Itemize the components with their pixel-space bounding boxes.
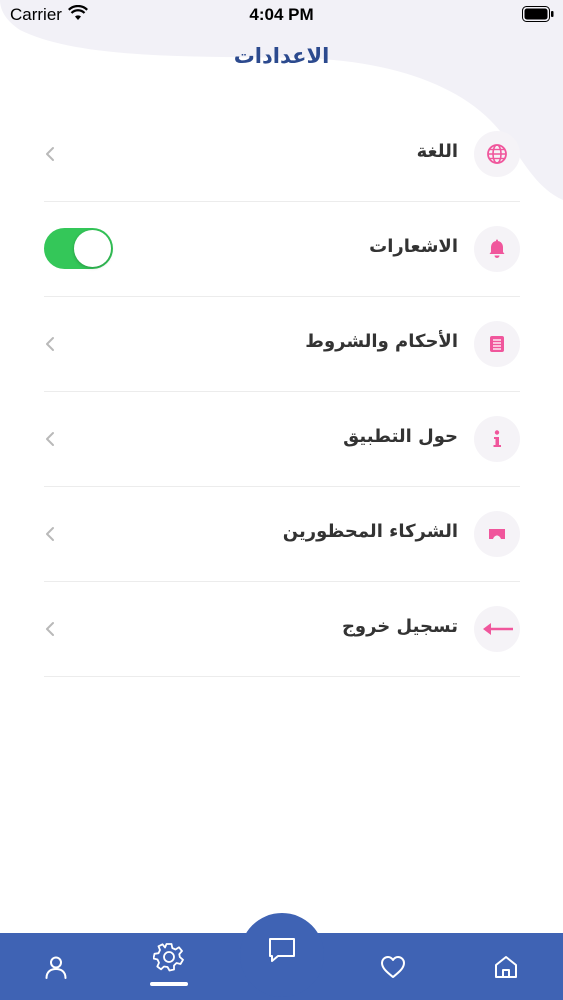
chevron-left-icon — [46, 147, 54, 161]
chevron-left-icon — [46, 337, 54, 351]
settings-row-about[interactable]: حول التطبيق — [44, 392, 520, 487]
page-title: الاعدادات — [233, 44, 330, 68]
chat-icon — [269, 938, 295, 962]
settings-list: اللغة الاشعارات الأحكام والشروط حول التط… — [44, 107, 520, 677]
status-time: 4:04 PM — [249, 5, 314, 24]
chevron-left-icon — [46, 432, 54, 446]
tab-favorites[interactable] — [363, 933, 423, 1000]
language-label: اللغة — [416, 141, 458, 162]
bell-icon — [474, 226, 520, 272]
notifications-label: الاشعارات — [369, 236, 458, 257]
settings-row-notifications: الاشعارات — [44, 202, 520, 297]
profile-icon — [45, 956, 67, 979]
blocked-partners-icon — [474, 511, 520, 557]
settings-row-terms[interactable]: الأحكام والشروط — [44, 297, 520, 392]
settings-row-language[interactable]: اللغة — [44, 107, 520, 202]
tab-home[interactable] — [476, 933, 536, 1000]
chevron-left-icon — [46, 527, 54, 541]
home-icon — [495, 955, 517, 978]
active-tab-indicator — [150, 982, 188, 986]
info-icon — [474, 416, 520, 462]
settings-gear-icon — [153, 942, 184, 971]
chevron-left-icon — [46, 622, 54, 636]
document-icon — [474, 321, 520, 367]
globe-icon — [474, 131, 520, 177]
logout-arrow-icon — [474, 606, 520, 652]
battery-icon — [522, 6, 554, 22]
toggle-knob — [74, 230, 111, 267]
tab-profile[interactable] — [26, 933, 86, 1000]
heart-icon — [381, 955, 405, 978]
about-label: حول التطبيق — [343, 426, 458, 447]
status-bar: Carrier 4:04 PM — [0, 0, 563, 30]
terms-label: الأحكام والشروط — [305, 331, 458, 352]
chat-button[interactable] — [240, 913, 324, 997]
blocked-partners-label: الشركاء المحظورين — [282, 521, 458, 542]
logout-label: تسجيل خروج — [341, 616, 458, 637]
settings-row-logout[interactable]: تسجيل خروج — [44, 582, 520, 677]
settings-row-blocked-partners[interactable]: الشركاء المحظورين — [44, 487, 520, 582]
notifications-toggle[interactable] — [44, 228, 113, 269]
tab-settings[interactable] — [139, 923, 199, 990]
